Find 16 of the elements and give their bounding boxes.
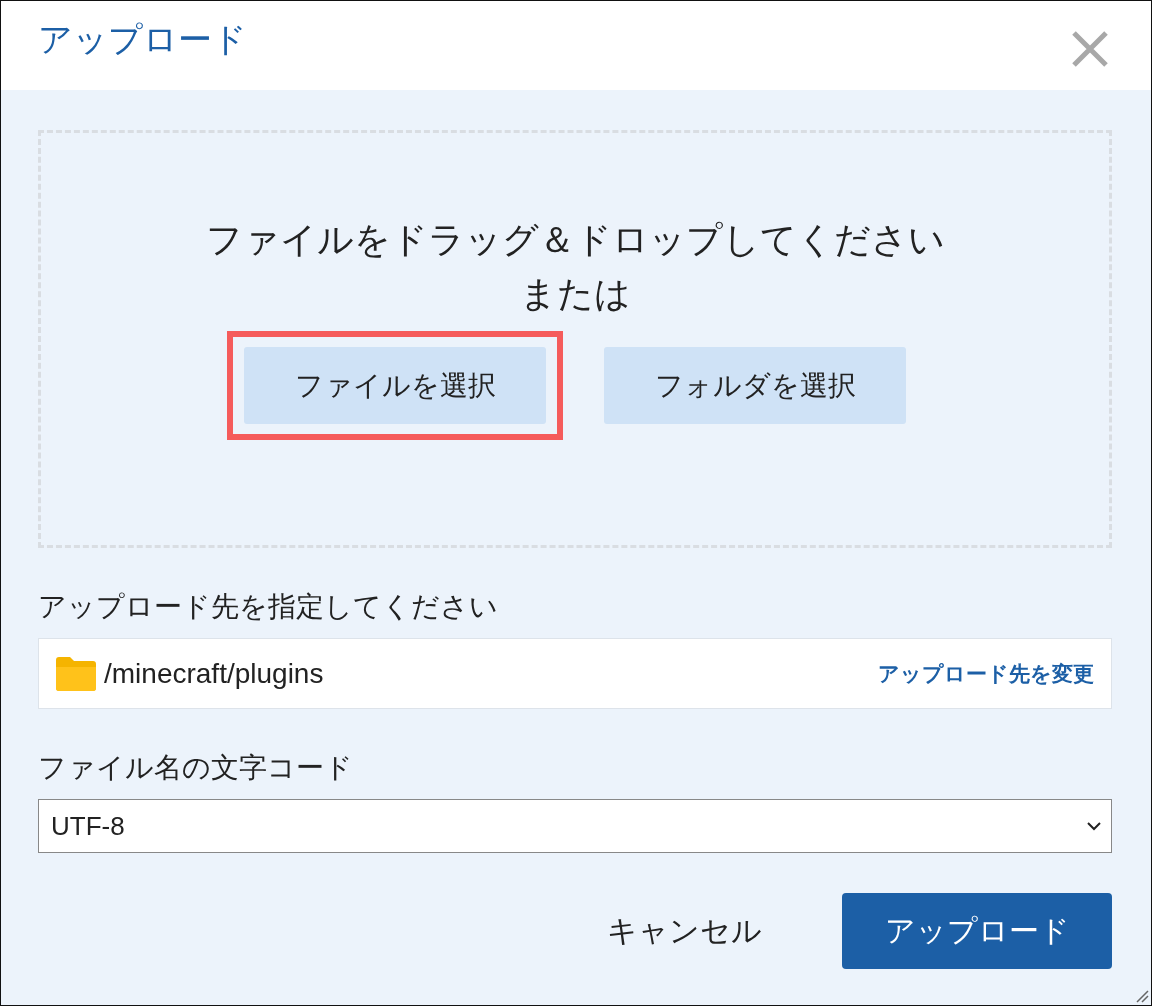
change-destination-link[interactable]: アップロード先を変更: [878, 659, 1094, 688]
folder-icon: [56, 656, 96, 691]
upload-button[interactable]: アップロード: [842, 893, 1112, 969]
cancel-button[interactable]: キャンセル: [567, 910, 802, 952]
drop-zone[interactable]: ファイルをドラッグ＆ドロップしてください または ファイルを選択 フォルダを選択: [38, 130, 1112, 548]
select-button[interactable]: ファイルを選択: [244, 347, 546, 424]
destination-path: /minecraft/plugins: [104, 657, 325, 690]
encoding-select[interactable]: UTF-8: [38, 799, 1112, 853]
field-label: ファイル名の文字コード: [38, 751, 354, 785]
chevron-down-icon: [1087, 821, 1101, 831]
select-button[interactable]: フォルダを選択: [604, 347, 906, 424]
field-label: アップロード先を指定してください: [38, 590, 499, 624]
dialog-title: アップロード: [38, 18, 247, 60]
drop-zone-text: ファイルをドラッグ＆ドロップしてください: [205, 218, 945, 262]
drop-zone-text: または: [519, 272, 631, 316]
resize-grip-icon[interactable]: [1135, 989, 1149, 1003]
